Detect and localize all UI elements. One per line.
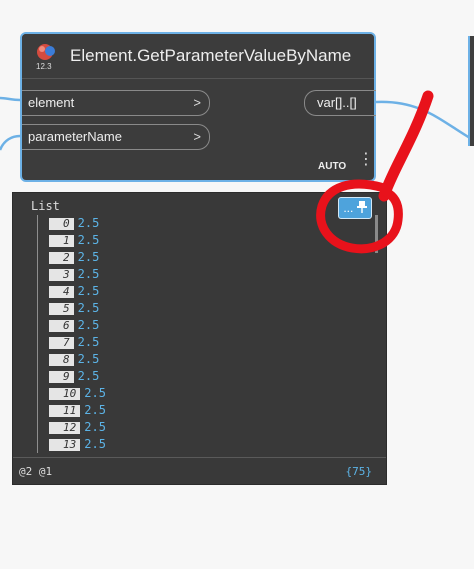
tree-line [37, 215, 38, 453]
node-title: Element.GetParameterValueByName [70, 46, 352, 65]
list-item-index: 0 [49, 217, 74, 230]
preview-scrollbar[interactable] [375, 215, 378, 253]
list-item-value: 2.5 [77, 232, 100, 247]
list-item: 7 2.5 [49, 334, 99, 350]
input-port-label: parameterName [28, 129, 122, 144]
preview-list: List 0 2.5 1 2.5 2 2.5 3 2.5 4 2.5 5 2.5 6 2.5 7 2.5 8 2.… [13, 193, 386, 457]
input-port-parametername[interactable]: parameterName > [22, 124, 210, 150]
list-item-index: 5 [49, 302, 74, 315]
node-menu-icon[interactable]: ⋮ [358, 152, 374, 178]
list-item: 1 2.5 [49, 232, 99, 248]
output-port-label: var[]..[] [317, 95, 357, 110]
pin-icon [356, 201, 367, 213]
list-item-value: 2.5 [77, 317, 100, 332]
chevron-right-icon: > [193, 95, 201, 110]
list-item: 13 2.5 [49, 436, 106, 452]
list-item-value: 2.5 [77, 283, 100, 298]
list-item-index: 4 [49, 285, 74, 298]
list-item-index: 13 [49, 438, 81, 451]
list-item-index: 12 [49, 421, 81, 434]
list-item-value: 2.5 [77, 215, 100, 230]
more-dots-icon: ... [343, 201, 354, 215]
output-port-var[interactable]: var[]..[] [304, 90, 376, 116]
node-version-label: 12.3 [36, 62, 52, 71]
node-preview-bubble[interactable]: List 0 2.5 1 2.5 2 2.5 3 2.5 4 2.5 5 2.5 6 2.5 7 2.5 8 2.… [12, 192, 387, 485]
list-item-index: 1 [49, 234, 74, 247]
list-item-index: 6 [49, 319, 74, 332]
input-wire-parametername [0, 134, 21, 151]
input-port-element[interactable]: element > [22, 90, 210, 116]
list-title: List [31, 199, 60, 213]
list-item: 6 2.5 [49, 317, 99, 333]
list-item-value: 2.5 [84, 436, 106, 451]
list-item-value: 2.5 [77, 334, 100, 349]
list-item: 9 2.5 [49, 368, 99, 384]
list-item-index: 7 [49, 336, 74, 349]
list-item: 8 2.5 [49, 351, 99, 367]
list-item-index: 11 [49, 404, 81, 417]
list-item-index: 8 [49, 353, 74, 366]
list-item: 0 2.5 [49, 215, 99, 231]
list-item-value: 2.5 [77, 266, 100, 281]
list-item: 11 2.5 [49, 402, 106, 418]
list-item: 3 2.5 [49, 266, 99, 282]
input-wire-element [0, 96, 21, 102]
list-item-value: 2.5 [77, 249, 100, 264]
input-port-label: element [28, 95, 75, 110]
list-item-value: 2.5 [77, 368, 100, 383]
output-wire [375, 100, 471, 140]
lacing-label[interactable]: AUTO [318, 161, 346, 172]
list-item-index: 9 [49, 370, 74, 383]
list-item-value: 2.5 [77, 351, 100, 366]
list-item-index: 10 [49, 387, 81, 400]
node-package-icon: 12.3 [34, 42, 60, 72]
item-count: {75} [345, 465, 373, 478]
adjacent-node-edge [468, 36, 474, 146]
list-item-value: 2.5 [84, 419, 106, 434]
list-item-value: 2.5 [84, 402, 106, 417]
list-item-value: 2.5 [77, 300, 100, 315]
list-levels[interactable]: @2 @1 [19, 465, 52, 478]
node-get-parameter-value-by-name[interactable]: 12.3 Element.GetParameterValueByName ele… [20, 32, 376, 182]
list-item: 4 2.5 [49, 283, 99, 299]
preview-footer: @2 @1 {75} [13, 457, 386, 485]
list-item: 5 2.5 [49, 300, 99, 316]
list-item-index: 2 [49, 251, 74, 264]
list-item: 10 2.5 [49, 385, 106, 401]
chevron-right-icon: > [193, 129, 201, 144]
list-item: 12 2.5 [49, 419, 106, 435]
node-header[interactable]: 12.3 Element.GetParameterValueByName [22, 34, 374, 79]
list-item-index: 3 [49, 268, 74, 281]
pin-preview-button[interactable]: ... [338, 197, 372, 219]
list-item-value: 2.5 [84, 385, 106, 400]
list-item: 2 2.5 [49, 249, 99, 265]
